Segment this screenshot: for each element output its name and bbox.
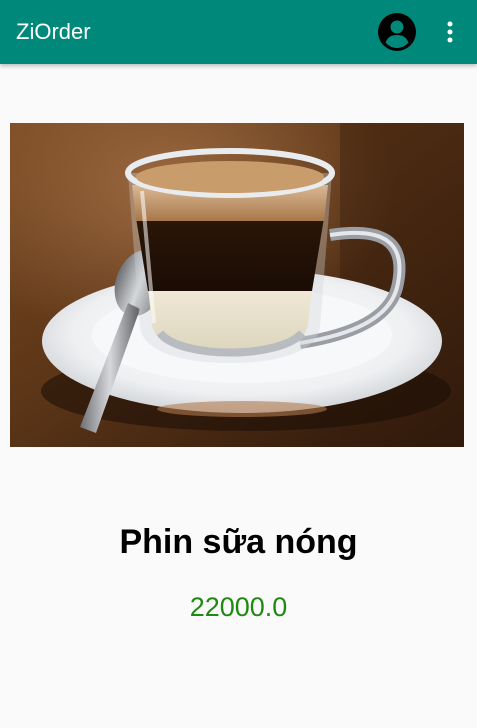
product-price: 22000.0 bbox=[189, 592, 288, 622]
more-vert-icon bbox=[447, 21, 453, 43]
account-circle-icon bbox=[378, 13, 416, 51]
app-bar: ZiOrder bbox=[0, 0, 477, 64]
app-title: ZiOrder bbox=[16, 19, 91, 44]
product-image bbox=[10, 123, 464, 447]
overflow-menu-button[interactable] bbox=[436, 14, 464, 50]
coffee-cup-icon bbox=[10, 123, 464, 447]
product-name: Phin sữa nóng bbox=[119, 523, 358, 561]
account-button[interactable] bbox=[376, 12, 418, 52]
